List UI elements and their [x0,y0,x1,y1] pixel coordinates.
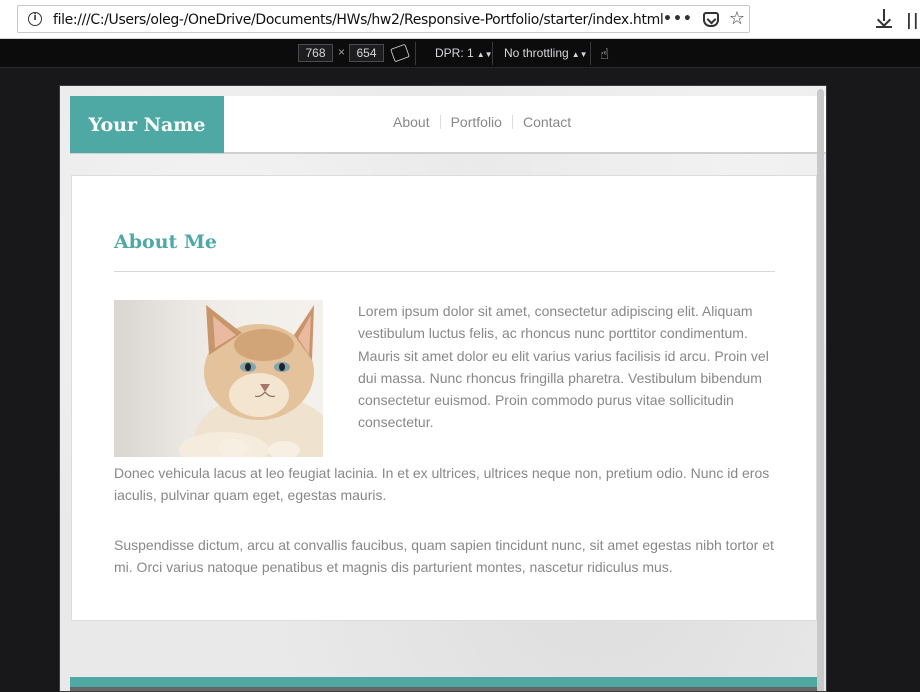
cat-illustration [179,305,323,457]
vertical-scrollbar[interactable] [817,89,824,691]
site-header: Your Name About Portfolio Contact [70,96,826,154]
section-title: About Me [114,231,218,253]
address-bar[interactable]: i file:///C:/Users/oleg-/OneDrive/Docume… [17,5,750,33]
touch-simulation-icon[interactable]: ☝ [600,45,609,63]
throttling-select[interactable]: No throttling ▲▼ [504,46,588,60]
about-paragraph-2: Donec vehicula lacus at leo feugiat laci… [114,465,770,504]
url-actions: ••• ☆ [663,9,745,29]
main-nav: About Portfolio Contact [383,114,581,130]
title-divider [114,271,775,272]
chevron-updown-icon: ▲▼ [571,50,588,59]
chevron-updown-icon: ▲▼ [476,50,493,59]
viewport-width-input[interactable]: 768 [298,44,333,62]
nav-link-about[interactable]: About [383,114,440,130]
site-logo[interactable]: Your Name [70,96,224,153]
nav-link-portfolio[interactable]: Portfolio [441,114,512,130]
dimension-separator: × [338,45,346,59]
cat-photo [114,300,323,457]
dpr-label: DPR: 1 [435,46,474,60]
about-paragraph-1: Lorem ipsum dolor sit amet, consectetur … [358,303,769,431]
library-icon[interactable]: ||| [906,10,920,29]
page-viewport: Your Name About Portfolio Contact About … [59,85,827,692]
info-icon[interactable]: i [28,12,42,26]
toolbar-divider [492,42,493,65]
toolbar-divider [415,42,416,65]
toolbar-divider [590,42,591,65]
pocket-icon[interactable] [702,11,719,27]
about-card: About Me Lorem ipsum dolor sit amet, con… [71,175,817,621]
nav-link-contact[interactable]: Contact [513,114,581,130]
viewport-height-input[interactable]: 654 [349,44,384,62]
url-text[interactable]: file:///C:/Users/oleg-/OneDrive/Document… [53,12,664,28]
browser-toolbar: i file:///C:/Users/oleg-/OneDrive/Docume… [0,0,920,39]
download-icon-base [876,26,892,28]
about-paragraph-3: Suspendisse dictum, arcu at convallis fa… [114,537,774,576]
throttling-label: No throttling [504,46,569,60]
responsive-design-toolbar: 768 × 654 DPR: 1 ▲▼ No throttling ▲▼ [0,39,920,68]
footer-bar [70,687,818,691]
rotate-viewport-icon[interactable] [390,43,410,63]
bookmark-star-icon[interactable]: ☆ [729,10,745,28]
page-actions-icon[interactable]: ••• [663,11,693,27]
footer-accent-stripe [70,677,818,687]
dpr-select[interactable]: DPR: 1 ▲▼ [435,46,493,60]
